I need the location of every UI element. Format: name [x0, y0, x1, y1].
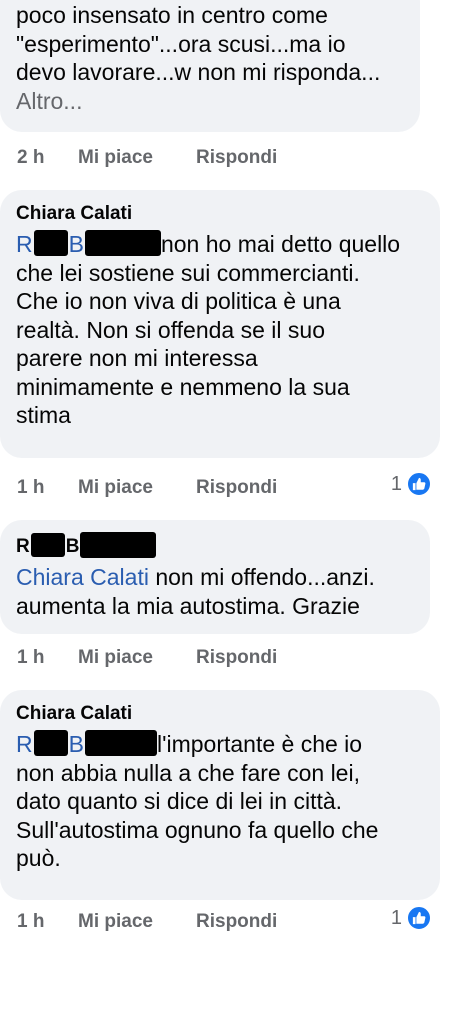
- comment-line: stima: [16, 402, 71, 428]
- reply-button[interactable]: Rispondi: [196, 646, 277, 670]
- comment-line: non abbia nulla a che fare con lei,: [16, 759, 360, 786]
- comment-line: che lei sostiene sui commercianti.: [16, 259, 360, 286]
- timestamp: 2 h: [17, 147, 45, 168]
- comment-line: devo lavorare...w non mi risponda...: [16, 59, 381, 85]
- comment-author[interactable]: RB: [16, 532, 416, 559]
- mention-initial-second: B: [68, 231, 84, 257]
- like-button[interactable]: Mi piace: [78, 476, 153, 500]
- mention-link[interactable]: Chiara Calati: [16, 564, 149, 590]
- redaction-bar: [33, 230, 68, 256]
- reaction-count: 1: [390, 906, 402, 929]
- redaction-bar: [80, 532, 157, 558]
- mention-link[interactable]: RB: [16, 230, 161, 257]
- comment-text: Chiara Calati non mi offendo...anzi. aum…: [16, 563, 416, 620]
- mention-initial-first: R: [16, 731, 33, 757]
- reply-button[interactable]: Rispondi: [196, 476, 277, 500]
- mention-initial-second: B: [68, 731, 84, 757]
- comment-bubble: poco insensato in centro come "esperimen…: [0, 0, 420, 132]
- comment-author[interactable]: Chiara Calati: [16, 702, 426, 726]
- reaction-count: 1: [390, 472, 402, 495]
- author-initial-first: R: [16, 536, 30, 557]
- comment-line: Che io non viva di politica è una: [16, 288, 341, 314]
- reply-button[interactable]: Rispondi: [196, 146, 277, 170]
- comment-line-rest: non ho mai detto quello: [160, 231, 401, 257]
- timestamp: 1 h: [17, 911, 45, 932]
- comment-bubble: Chiara Calati R Bnon ho mai detto quello …: [0, 190, 440, 458]
- like-button[interactable]: Mi piace: [78, 646, 153, 670]
- comment-line: Sull'autostima ognuno fa quello che: [16, 816, 379, 843]
- comment-line: realtà. Non si offenda se il suo: [16, 316, 325, 343]
- mention-initial-first: R: [16, 231, 33, 257]
- redaction-bar: [30, 533, 65, 557]
- timestamp: 1 h: [17, 647, 45, 668]
- comment-text: poco insensato in centro come "esperimen…: [16, 1, 406, 115]
- comment-line: dato quanto si dice di lei in città.: [16, 788, 343, 814]
- redaction-bar: [84, 230, 161, 256]
- comment-text: R Bl'importante è che io non abbia nulla …: [16, 730, 426, 873]
- comment-line: può.: [16, 845, 61, 871]
- author-initial-second: B: [65, 536, 80, 557]
- redaction-bar: [84, 730, 157, 756]
- like-button[interactable]: Mi piace: [78, 910, 153, 934]
- mention-link[interactable]: RB: [16, 730, 157, 757]
- comment-line: minimamente e nemmeno la sua: [16, 373, 350, 400]
- comment-line-rest: l'importante è che io: [156, 731, 363, 757]
- timestamp: 1 h: [17, 477, 45, 498]
- comment-line: "esperimento"...ora scusi...ma io: [16, 30, 346, 57]
- comment-line-rest: non mi offendo...anzi.: [148, 564, 375, 590]
- comment-line: parere non mi interessa: [16, 345, 258, 371]
- comment-bubble: Chiara Calati R Bl'importante è che io no…: [0, 690, 440, 900]
- reply-button[interactable]: Rispondi: [196, 910, 277, 934]
- reaction-summary[interactable]: 1: [391, 904, 432, 932]
- reaction-summary[interactable]: 1: [391, 470, 432, 498]
- comment-line: aumenta la mia autostima. Grazie: [16, 592, 360, 619]
- comment-line: Chiara Calati non mi offendo...anzi.: [16, 563, 416, 592]
- comment-bubble: RB Chiara Calati non mi offendo...anzi. …: [0, 520, 430, 634]
- like-icon: [406, 905, 432, 931]
- comment-text: R Bnon ho mai detto quello che lei sostie…: [16, 230, 426, 430]
- see-more-link[interactable]: Altro...: [16, 87, 406, 116]
- redaction-bar: [33, 730, 68, 756]
- comment-line: poco insensato in centro come: [16, 2, 328, 28]
- comment-author[interactable]: Chiara Calati: [16, 202, 426, 226]
- like-icon: [406, 471, 432, 497]
- comment-line: R Bnon ho mai detto quello: [16, 230, 426, 259]
- comment-line: R Bl'importante è che io: [16, 730, 426, 759]
- like-button[interactable]: Mi piace: [78, 146, 153, 170]
